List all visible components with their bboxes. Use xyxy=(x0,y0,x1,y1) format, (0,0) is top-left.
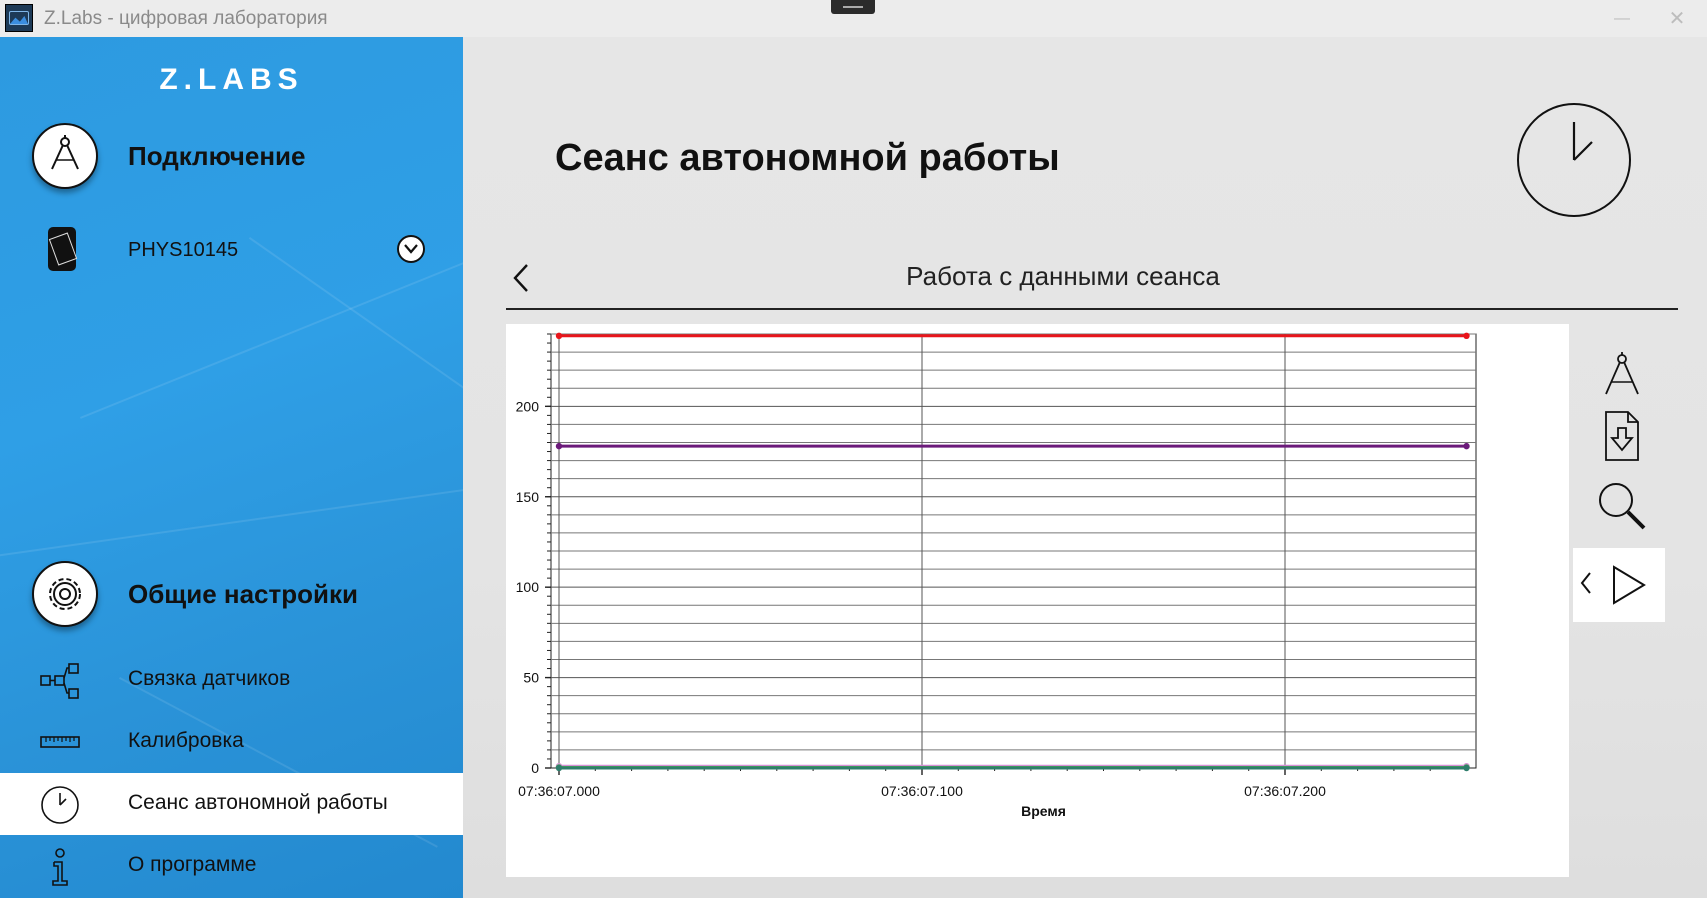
minimize-button[interactable]: — xyxy=(1612,10,1632,28)
session-chart[interactable]: 0 50 100 150 200 07:36:07.000 07:36:07.100 07:3… xyxy=(506,324,1569,877)
chart-panel[interactable]: 0 50 100 150 200 07:36:07.000 07:36:07.100 07:3… xyxy=(506,324,1569,877)
play-icon[interactable] xyxy=(1611,565,1647,605)
series-point-0 xyxy=(555,332,563,340)
menu-item-autonomous-session[interactable]: Сеанс автономной работы xyxy=(0,773,463,835)
x-axis-label: Время xyxy=(1021,803,1066,819)
menu-item-sensor-link[interactable]: Связка датчиков xyxy=(0,649,463,711)
connection-label[interactable]: Подключение xyxy=(128,141,306,172)
y-tick-label: 100 xyxy=(516,579,540,595)
title-bar: Z.Labs - цифровая лаборатория — ✕ xyxy=(0,0,1707,37)
page-title: Сеанс автономной работы xyxy=(555,137,1060,179)
series-point-4 xyxy=(1463,764,1470,772)
app-logo-icon xyxy=(5,4,33,32)
clock-icon xyxy=(41,786,79,824)
info-icon xyxy=(52,848,68,886)
menu-item-label: Калибровка xyxy=(128,729,244,752)
section-subtitle: Работа с данными сеанса xyxy=(906,261,1220,291)
device-name: PHYS10145 xyxy=(128,239,239,261)
session-clock-icon xyxy=(1517,103,1631,217)
menu-item-label: О программе xyxy=(128,853,257,876)
series-point-0 xyxy=(1463,332,1470,340)
series-point-1 xyxy=(1463,442,1470,450)
playback-panel xyxy=(1573,548,1665,622)
drag-handle[interactable] xyxy=(831,0,875,14)
measure-icon[interactable] xyxy=(1596,350,1648,402)
export-icon[interactable] xyxy=(1596,410,1648,462)
menu-item-calibration[interactable]: Калибровка xyxy=(0,711,463,773)
menu-item-label: Сеанс автономной работы xyxy=(128,791,388,814)
main-content: Сеанс автономной работы Работа с данными… xyxy=(463,37,1707,898)
sensor-link-icon xyxy=(40,663,79,699)
back-arrow-icon[interactable] xyxy=(509,262,533,294)
window-title: Z.Labs - цифровая лаборатория xyxy=(44,8,328,29)
menu-item-label: Связка датчиков xyxy=(128,667,291,690)
series-point-1 xyxy=(555,442,563,450)
ruler-icon xyxy=(40,736,80,748)
series-point-4 xyxy=(555,764,563,772)
settings-icon[interactable] xyxy=(32,561,98,627)
device-dropdown-button[interactable] xyxy=(397,235,425,263)
x-tick-label: 07:36:07.200 xyxy=(1244,783,1326,799)
prev-icon[interactable] xyxy=(1579,568,1593,598)
menu-item-about[interactable]: О программе xyxy=(0,835,463,897)
y-tick-label: 50 xyxy=(523,670,539,686)
x-tick-label: 07:36:07.100 xyxy=(881,783,963,799)
device-icon xyxy=(48,227,78,271)
chevron-down-icon xyxy=(404,244,418,254)
connection-icon[interactable] xyxy=(32,123,98,189)
y-tick-label: 150 xyxy=(516,489,540,505)
y-tick-label: 200 xyxy=(516,398,540,414)
close-button[interactable]: ✕ xyxy=(1666,8,1688,30)
sidebar: Z.LABS Подключение PHYS10145 Общие настр… xyxy=(0,37,463,898)
zoom-icon[interactable] xyxy=(1596,480,1648,532)
y-tick-label: 0 xyxy=(531,760,539,776)
settings-label[interactable]: Общие настройки xyxy=(128,579,358,610)
subtitle-divider xyxy=(506,308,1678,310)
zlabs-logo: Z.LABS xyxy=(159,63,304,96)
x-tick-label: 07:36:07.000 xyxy=(518,783,600,799)
